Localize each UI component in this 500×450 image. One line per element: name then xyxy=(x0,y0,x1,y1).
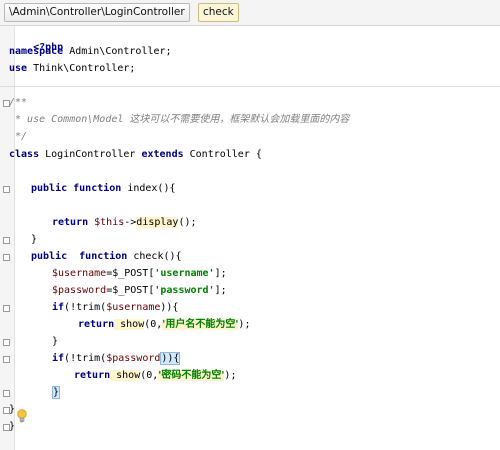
keyword: if xyxy=(52,302,65,313)
comment: /** xyxy=(9,97,28,108)
code-text: )){ xyxy=(160,302,179,313)
code-line[interactable]: class LoginController extends Controller… xyxy=(9,148,262,162)
code-line[interactable]: if(!trim($username)){ xyxy=(52,301,178,315)
function-call: show xyxy=(110,370,141,381)
code-line[interactable]: return $this->display(); xyxy=(52,216,197,230)
breadcrumb-method[interactable]: check xyxy=(198,3,239,22)
code-text: Controller { xyxy=(183,149,262,160)
code-text: (!trim( xyxy=(64,302,107,313)
code-line[interactable]: if(!trim($password)){ xyxy=(52,352,181,366)
brace: } xyxy=(31,234,38,245)
variable: $password xyxy=(106,353,161,364)
keyword: namespace xyxy=(9,46,64,57)
keyword: return xyxy=(78,319,115,330)
code-line[interactable]: $password=$_POST['password']; xyxy=(52,284,227,298)
code-text: Admin\Controller; xyxy=(63,46,172,57)
code-text: (0, xyxy=(140,370,159,381)
code-line[interactable]: } xyxy=(52,386,61,400)
breadcrumb-class-path[interactable]: \Admin\Controller\LoginController xyxy=(4,3,190,22)
code-line[interactable]: } xyxy=(9,420,15,434)
keyword: public xyxy=(31,183,68,194)
comment: */ xyxy=(9,131,28,142)
string-literal: 'username' xyxy=(154,268,215,279)
brace: } xyxy=(9,421,16,432)
fold-marker-icon[interactable] xyxy=(3,339,10,346)
keyword: if xyxy=(52,353,65,364)
code-editor[interactable]: <?php namespace Admin\Controller; use Th… xyxy=(0,26,500,450)
keyword: return xyxy=(52,217,89,228)
variable: $this xyxy=(88,217,125,228)
fold-marker-icon[interactable] xyxy=(3,186,10,193)
string-literal: 'password' xyxy=(154,285,215,296)
method-separator xyxy=(0,86,500,87)
comment: 这块可以不需要使用，框架默认会加载里面的内容 xyxy=(129,114,350,125)
fold-marker-icon[interactable] xyxy=(3,390,10,397)
code-text: ]; xyxy=(214,268,227,279)
function-call: show xyxy=(114,319,145,330)
code-line[interactable]: <?php xyxy=(9,27,63,53)
code-text: =$_POST[ xyxy=(106,268,155,279)
code-text: ); xyxy=(224,370,237,381)
code-line[interactable]: $username=$_POST['username']; xyxy=(52,267,227,281)
variable: $username xyxy=(106,302,161,313)
code-text: ]; xyxy=(214,285,227,296)
code-line[interactable]: */ xyxy=(9,130,27,144)
variable: $username xyxy=(52,268,107,279)
code-line[interactable]: } xyxy=(31,233,37,247)
matched-brace: )){ xyxy=(160,352,181,365)
code-line[interactable]: /** xyxy=(9,96,27,110)
fold-marker-icon[interactable] xyxy=(3,254,10,261)
code-line[interactable]: use Think\Controller; xyxy=(9,62,135,76)
code-text: ); xyxy=(238,319,251,330)
code-text: -> xyxy=(124,217,137,228)
code-line[interactable]: } xyxy=(52,335,58,349)
string-literal: '用户名不能为空' xyxy=(162,319,239,330)
code-text: check(){ xyxy=(127,251,182,262)
keyword: function xyxy=(67,183,122,194)
code-line[interactable]: namespace Admin\Controller; xyxy=(9,45,172,59)
keyword: function xyxy=(67,251,128,262)
code-line[interactable]: return show(0,'用户名不能为空'); xyxy=(78,318,250,332)
variable: $password xyxy=(52,285,107,296)
code-line[interactable]: public function index(){ xyxy=(31,182,176,196)
code-text: (!trim( xyxy=(64,353,107,364)
keyword: extends xyxy=(141,149,184,160)
brace: } xyxy=(52,336,59,347)
matched-brace: } xyxy=(52,386,61,399)
comment: * use Common\Model xyxy=(9,114,130,125)
code-line[interactable]: public function check(){ xyxy=(31,250,182,264)
class-name: LoginController xyxy=(39,149,142,160)
fold-marker-icon[interactable] xyxy=(3,237,10,244)
code-text: index(){ xyxy=(121,183,176,194)
code-line[interactable]: * use Common\Model 这块可以不需要使用，框架默认会加载里面的内… xyxy=(9,113,349,127)
breadcrumb: \Admin\Controller\LoginController check xyxy=(0,0,500,26)
fold-marker-icon[interactable] xyxy=(3,305,10,312)
keyword: public xyxy=(31,251,68,262)
keyword: return xyxy=(74,370,111,381)
code-text: (0, xyxy=(144,319,163,330)
string-literal: '密码不能为空' xyxy=(158,370,225,381)
code-text: =$_POST[ xyxy=(106,285,155,296)
keyword: class xyxy=(9,149,40,160)
code-text: (); xyxy=(178,217,197,228)
gutter-divider xyxy=(14,26,15,450)
code-line[interactable]: return show(0,'密码不能为空'); xyxy=(74,369,236,383)
lightbulb-icon[interactable] xyxy=(16,409,28,423)
method-call: display xyxy=(136,217,179,228)
code-line[interactable]: } xyxy=(9,403,15,417)
keyword: use xyxy=(9,63,28,74)
brace: } xyxy=(9,404,16,415)
fold-marker-icon[interactable] xyxy=(3,356,10,363)
code-text: Think\Controller; xyxy=(27,63,136,74)
